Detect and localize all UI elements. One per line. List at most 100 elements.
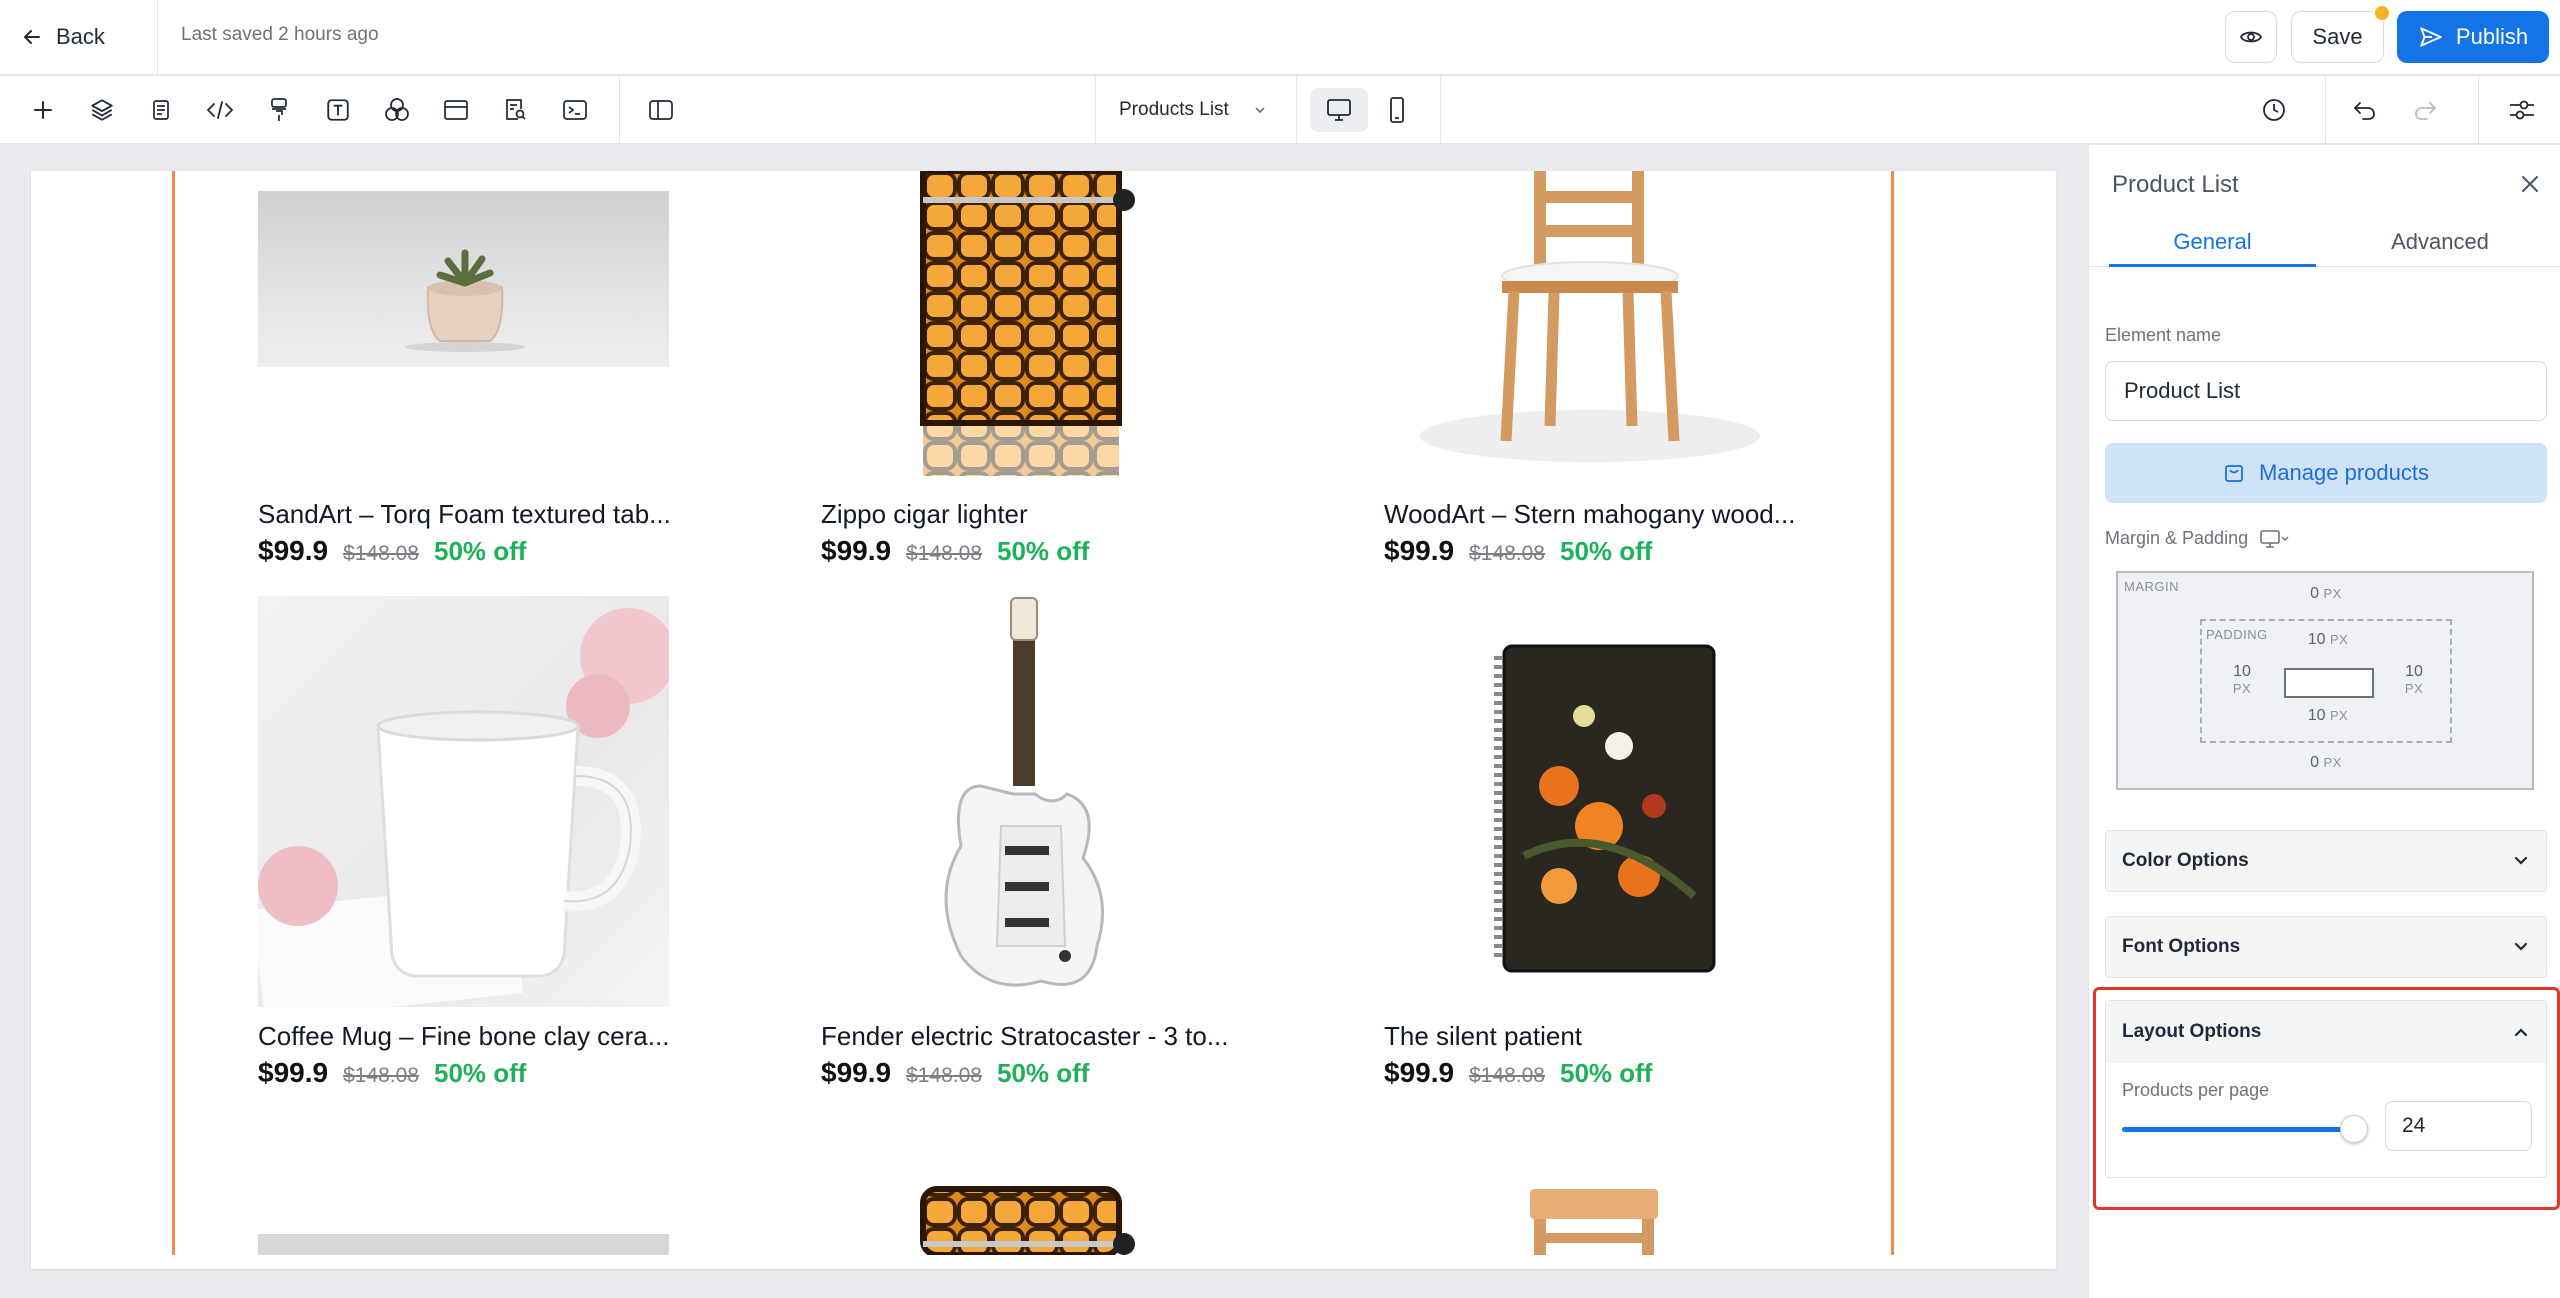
product-title[interactable]: Zippo cigar lighter [821,499,1028,530]
product-title[interactable]: Fender electric Stratocaster - 3 to... [821,1021,1229,1052]
price: $99.9 [821,535,892,566]
divider [619,76,620,144]
layout-options-accordion[interactable]: Layout Options [2106,1001,2546,1063]
margin-padding-text: Margin & Padding [2105,528,2249,548]
tab-general[interactable]: General [2109,223,2316,267]
color-circles-icon[interactable] [377,90,417,130]
old-price: $148.08 [1469,542,1545,565]
product-image[interactable] [821,596,1232,1007]
close-icon[interactable] [2515,169,2545,199]
price: $99.9 [258,535,329,566]
product-title[interactable]: SandArt – Torq Foam textured tab... [258,499,671,530]
last-saved-status: Last saved 2 hours ago [181,24,379,45]
search-doc-icon[interactable] [495,90,535,130]
arrow-left-icon [22,27,42,47]
container-guide-left [172,171,175,1255]
products-per-page-input[interactable] [2385,1101,2532,1151]
manage-products-label: Manage products [2259,460,2429,485]
element-name-label: Element name [2105,325,2222,345]
old-price: $148.08 [906,542,982,565]
terminal-icon[interactable] [555,90,595,130]
price: $99.9 [1384,1057,1455,1088]
manage-products-button[interactable]: Manage products [2105,443,2547,503]
margin-bottom-value[interactable]: 0 PX [2298,754,2354,772]
price-line: $99.9 $148.08 50% off [821,535,1089,567]
discount-badge: 50% off [1560,1058,1653,1088]
old-price: $148.08 [343,1064,419,1087]
padding-top-value[interactable]: 10 PX [2298,631,2358,649]
products-per-page-slider[interactable] [2122,1127,2350,1132]
discount-badge: 50% off [1560,536,1653,566]
product-image[interactable] [258,596,669,1007]
product-title[interactable]: WoodArt – Stern mahogany wood... [1384,499,1795,530]
paint-roller-icon[interactable] [259,90,299,130]
mobile-icon [1386,96,1408,124]
color-options-accordion[interactable]: Color Options [2105,830,2547,892]
eye-icon [2239,25,2263,49]
back-button[interactable]: Back [22,20,105,54]
product-image[interactable] [258,1234,669,1255]
product-title[interactable]: Coffee Mug – Fine bone clay cera... [258,1021,669,1052]
padding-right-value[interactable]: 10 PX [2394,663,2434,696]
font-options-accordion[interactable]: Font Options [2105,916,2547,978]
layers-icon[interactable] [82,90,122,130]
top-bar: Back Last saved 2 hours ago Save Publish [0,0,2560,75]
slider-handle[interactable] [2340,1115,2368,1143]
product-image[interactable] [1384,171,1795,477]
discount-badge: 50% off [997,1058,1090,1088]
product-image[interactable] [258,191,669,367]
panel-tabs: General Advanced [2089,223,2560,267]
save-button[interactable]: Save [2291,11,2384,63]
discount-badge: 50% off [997,536,1090,566]
margin-top-value[interactable]: 0 PX [2298,585,2354,603]
code-icon[interactable] [200,90,240,130]
divider [157,0,158,75]
back-label: Back [56,24,105,49]
discount-badge: 50% off [434,1058,527,1088]
split-view-icon[interactable] [641,90,681,130]
text-icon[interactable] [318,90,358,130]
undo-icon[interactable] [2345,90,2385,130]
plus-icon[interactable] [23,90,63,130]
product-image[interactable] [1384,1167,1795,1255]
section-icon[interactable] [436,90,476,130]
chevron-down-icon [2512,852,2530,870]
history-icon[interactable] [2254,90,2294,130]
tab-advanced[interactable]: Advanced [2345,223,2535,267]
padding-bottom-value[interactable]: 10 PX [2298,707,2358,725]
chevron-up-icon [2512,1023,2530,1041]
divider [1296,76,1297,144]
unsaved-indicator [2373,4,2391,22]
send-icon [2418,24,2444,50]
settings-sliders-icon[interactable] [2502,90,2542,130]
page-select[interactable]: Products List [1096,76,1296,144]
page-select-value: Products List [1119,99,1229,120]
accordion-label: Font Options [2122,936,2241,957]
content-box [2284,668,2374,698]
old-price: $148.08 [906,1064,982,1087]
container-guide-right [1891,171,1894,1255]
padding-left-value[interactable]: 10 PX [2222,663,2262,696]
chevron-down-icon [1253,103,1267,117]
redo-icon[interactable] [2405,90,2445,130]
element-name-input[interactable] [2105,361,2547,421]
desktop-view-button[interactable] [1310,88,1368,132]
page-icon[interactable] [141,90,181,130]
padding-box: PADDING 10 PX 10 PX 10 PX 10 PX [2200,619,2452,743]
page-canvas: SandArt – Torq Foam textured tab... $99.… [31,171,2056,1269]
product-image[interactable] [821,1167,1232,1255]
preview-button[interactable] [2225,11,2277,63]
mobile-view-button[interactable] [1368,88,1426,132]
box-model-editor: MARGIN 0 PX 0 PX PADDING 10 PX 10 PX 10 P… [2116,571,2534,790]
publish-button[interactable]: Publish [2397,11,2549,63]
accordion-label: Layout Options [2122,1021,2262,1042]
product-image[interactable] [1384,596,1795,1007]
price: $99.9 [258,1057,329,1088]
product-image[interactable] [821,171,1232,477]
divider [2478,76,2479,144]
chevron-down-icon [2512,938,2530,956]
product-title[interactable]: The silent patient [1384,1021,1582,1052]
publish-label: Publish [2455,24,2529,49]
layout-options-panel: Layout Options Products per page [2105,1000,2547,1178]
desktop-icon[interactable] [2260,529,2290,548]
